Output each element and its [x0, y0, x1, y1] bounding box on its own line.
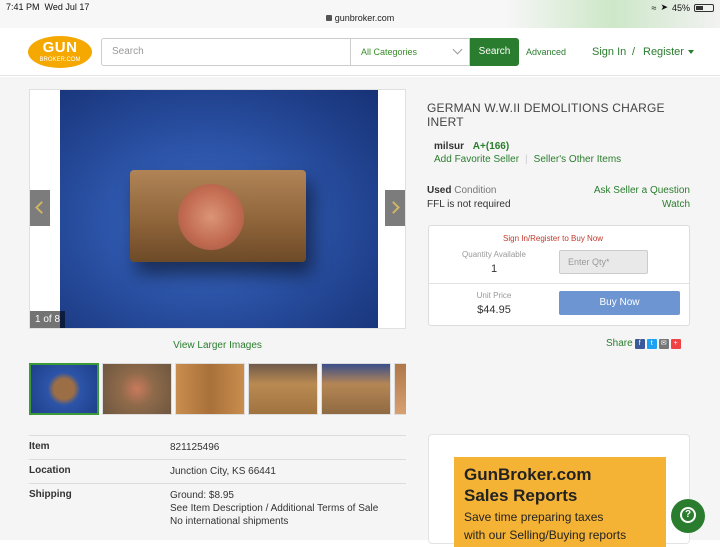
- twitter-icon[interactable]: t: [646, 338, 657, 349]
- chevron-down-icon: [452, 44, 463, 55]
- email-icon[interactable]: ✉: [658, 338, 669, 349]
- image-gallery: 1 of 8: [29, 89, 406, 329]
- view-larger-images-link[interactable]: View Larger Images: [29, 340, 406, 351]
- next-image-button[interactable]: [385, 190, 405, 226]
- buy-now-button[interactable]: Buy Now: [559, 291, 680, 315]
- product-photo-block: [130, 170, 306, 262]
- thumbnail-2[interactable]: [102, 363, 172, 415]
- status-time: 7:41 PM Wed Jul 17: [6, 2, 90, 12]
- search-input[interactable]: Search: [101, 38, 351, 66]
- url-text: gunbroker.com: [334, 13, 395, 23]
- gunbroker-logo[interactable]: GUN BROKER.COM: [28, 36, 92, 68]
- url-bar[interactable]: gunbroker.com: [0, 13, 720, 23]
- listing-title: GERMAN W.W.II DEMOLITIONS CHARGE INERT: [427, 101, 665, 129]
- caret-down-icon: [687, 50, 694, 55]
- help-button[interactable]: ?: [671, 499, 705, 533]
- battery-percent: 45%: [671, 2, 690, 13]
- seller-links: Add Favorite Seller | Seller's Other Items: [434, 154, 622, 165]
- advanced-search-link[interactable]: Advanced: [526, 47, 566, 57]
- lock-icon: [325, 15, 332, 21]
- chevron-right-icon: [387, 201, 400, 214]
- sales-reports-ad[interactable]: GunBroker.com Sales Reports Save time pr…: [454, 457, 666, 547]
- ad-panel: GunBroker.com Sales Reports Save time pr…: [428, 434, 690, 547]
- buy-box: Sign In/Register to Buy Now Quantity Ava…: [428, 225, 690, 326]
- add-favorite-seller-link[interactable]: Add Favorite Seller: [434, 154, 519, 165]
- status-right: ≈ ➤ 45%: [651, 2, 714, 13]
- register-link[interactable]: Register: [643, 46, 694, 58]
- detail-row-item: Item 821125496: [29, 435, 406, 459]
- category-select[interactable]: All Categories: [350, 38, 470, 66]
- ask-seller-link[interactable]: Ask Seller a Question: [594, 185, 690, 196]
- sign-in-link[interactable]: Sign In: [592, 46, 626, 58]
- header-separator: /: [632, 46, 636, 58]
- thumbnail-1[interactable]: [29, 363, 99, 415]
- detail-row-shipping: Shipping Ground: $8.95 See Item Descript…: [29, 483, 406, 533]
- seller-name[interactable]: milsur: [434, 141, 464, 152]
- share-bar: Share f t ✉ +: [606, 338, 681, 349]
- site-header: GUN BROKER.COM Search All Categories Sea…: [0, 28, 720, 76]
- unit-price-value: $44.95: [477, 304, 511, 316]
- thumbnail-3[interactable]: [175, 363, 245, 415]
- seller-info: milsur A+(166): [434, 141, 509, 152]
- facebook-icon[interactable]: f: [634, 338, 645, 349]
- seller-rating[interactable]: A+(166): [473, 141, 509, 152]
- thumbnail-5[interactable]: [321, 363, 391, 415]
- image-counter: 1 of 8: [30, 311, 66, 328]
- thumbnail-6[interactable]: [394, 363, 406, 415]
- ffl-status: FFL is not required: [427, 199, 511, 210]
- main-product-image[interactable]: [60, 90, 378, 328]
- item-condition: Used Condition: [427, 185, 497, 196]
- location-arrow-icon: ➤: [660, 2, 668, 12]
- ios-status-bar: 7:41 PM Wed Jul 17 ≈ ➤ 45% gunbroker.com: [0, 0, 720, 28]
- quantity-available-label: Quantity Available: [462, 250, 526, 259]
- product-photo-seal: [178, 184, 244, 250]
- buy-box-divider: [429, 283, 689, 284]
- chevron-left-icon: [35, 201, 48, 214]
- sellers-other-items-link[interactable]: Seller's Other Items: [534, 154, 622, 165]
- listing-page: 1 of 8 View Larger Images Item 821125496…: [0, 77, 720, 547]
- thumbnail-4[interactable]: [248, 363, 318, 415]
- search-button[interactable]: Search: [470, 38, 519, 66]
- battery-icon: [694, 3, 714, 12]
- sign-in-register-notice[interactable]: Sign In/Register to Buy Now: [429, 234, 689, 243]
- previous-image-button[interactable]: [30, 190, 50, 226]
- detail-row-location: Location Junction City, KS 66441: [29, 459, 406, 483]
- watch-link[interactable]: Watch: [662, 199, 690, 210]
- unit-price-label: Unit Price: [476, 291, 512, 300]
- wifi-icon: ≈: [651, 2, 657, 13]
- item-details-table: Item 821125496 Location Junction City, K…: [29, 435, 406, 533]
- question-icon: ?: [680, 507, 696, 523]
- thumbnail-strip: [29, 363, 406, 415]
- plus-icon[interactable]: +: [670, 338, 681, 349]
- quantity-input[interactable]: Enter Qty*: [559, 250, 648, 274]
- quantity-available-value: 1: [490, 263, 498, 275]
